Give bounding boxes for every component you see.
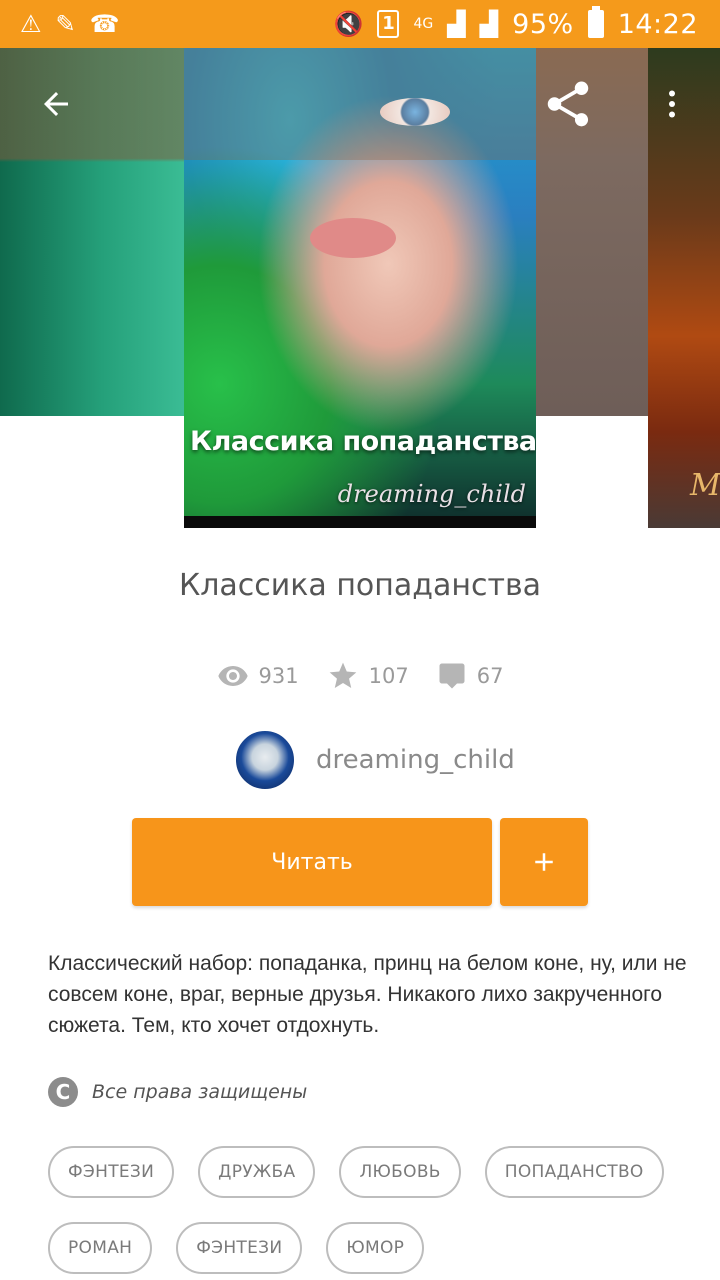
signal-icon: ▟ <box>447 10 466 38</box>
battery-percent: 95% <box>512 8 574 40</box>
tag-chip[interactable]: РОМАН <box>48 1222 153 1274</box>
book-stats: 931 107 67 <box>0 660 720 692</box>
comments-count: 67 <box>476 664 504 688</box>
add-to-library-button[interactable] <box>500 818 588 906</box>
read-button[interactable]: Читать <box>132 818 492 906</box>
notification-alert-icon: ⚠ <box>20 10 42 38</box>
tag-chip[interactable]: ЛЮБОВЬ <box>339 1146 461 1198</box>
copyright-row: C Все права защищены <box>48 1076 307 1108</box>
network-type: 4G <box>413 16 434 32</box>
next-cover-text: M <box>690 468 720 503</box>
back-button[interactable] <box>28 76 84 132</box>
tag-chip[interactable]: ДРУЖБА <box>198 1146 316 1198</box>
avatar[interactable] <box>234 729 296 791</box>
more-vert-icon <box>669 90 675 118</box>
cover-author: dreaming_child <box>337 480 526 508</box>
tag-chip[interactable]: ФЭНТЕЗИ <box>48 1146 175 1198</box>
share-button[interactable] <box>540 76 596 132</box>
tag-chip[interactable]: ФЭНТЕЗИ <box>176 1222 303 1274</box>
read-button-label: Читать <box>271 849 353 875</box>
clock: 14:22 <box>617 8 698 40</box>
missed-call-icon: ☎ <box>89 10 120 38</box>
cover-bottom-border <box>184 516 536 528</box>
status-bar: ⚠ ✎ ☎ 🔇 1 4G ▟ ▟ 95% 14:22 <box>0 0 720 48</box>
author-name[interactable]: dreaming_child <box>316 745 515 775</box>
tag-chip[interactable]: ЮМОР <box>326 1222 425 1274</box>
author-row[interactable]: dreaming_child <box>234 728 515 792</box>
copyright-icon: C <box>48 1077 78 1107</box>
likes-count: 107 <box>368 664 409 688</box>
signal-strength-icon: ▟ <box>479 10 499 38</box>
tag-chip[interactable]: ПОПАДАНСТВО <box>484 1146 664 1198</box>
tag-list: ФЭНТЕЗИ ДРУЖБА ЛЮБОВЬ ПОПАДАНСТВО РОМАН … <box>48 1146 688 1274</box>
sim-indicator: 1 <box>377 10 400 38</box>
star-icon <box>329 662 356 688</box>
status-bar-left: ⚠ ✎ ☎ <box>20 12 120 36</box>
more-options-button[interactable] <box>644 76 700 132</box>
cleaner-icon: ✎ <box>55 10 76 38</box>
book-description: Классический набор: попаданка, принц на … <box>48 952 687 1037</box>
battery-icon <box>587 6 604 38</box>
plus-icon <box>535 853 553 871</box>
arrow-back-icon <box>44 92 68 116</box>
vibrate-mute-icon: 🔇 <box>333 10 364 38</box>
cover-art-lips <box>310 218 396 258</box>
comment-icon <box>439 663 465 689</box>
comments-stat: 67 <box>437 661 504 691</box>
views-count: 931 <box>258 664 299 688</box>
eye-icon <box>217 666 248 686</box>
cover-title: Классика попаданства <box>190 426 536 457</box>
likes-stat: 107 <box>327 660 409 692</box>
status-bar-right: 🔇 1 4G ▟ ▟ 95% 14:22 <box>333 6 698 40</box>
copyright-text: Все права защищены <box>92 1081 308 1103</box>
book-title: Классика попаданства <box>178 568 542 603</box>
views-stat: 931 <box>217 660 299 692</box>
toolbar <box>0 48 720 160</box>
share-icon <box>547 81 589 127</box>
